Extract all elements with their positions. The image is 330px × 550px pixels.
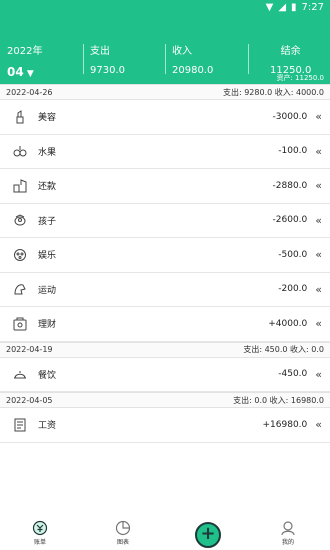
list-item[interactable]: 美容 -3000.0 « [0, 100, 330, 135]
wifi-icon: ▼ [265, 1, 274, 13]
income-label: 收入 [172, 46, 192, 57]
list-item[interactable]: 工资 +16980.0 « [0, 408, 330, 443]
repay-icon [12, 178, 28, 194]
amount: -2600.0 [272, 215, 308, 226]
clock: 7:27 [301, 1, 324, 13]
amount: -500.0 [278, 249, 308, 260]
list-item[interactable]: 娱乐 -500.0 « [0, 238, 330, 273]
amount: -2880.0 [272, 180, 308, 191]
month-label: 04 [7, 65, 24, 79]
chevron-left-icon[interactable]: « [315, 418, 322, 431]
tab-chart[interactable]: 图表 [103, 520, 143, 546]
signal-icon: ◢ [278, 1, 287, 13]
add-record-button[interactable]: + [195, 522, 221, 548]
category-name: 运动 [38, 285, 57, 296]
amount: -200.0 [278, 284, 308, 295]
balance-label: 结余 [280, 46, 301, 57]
expense-summary: 支出 9730.0 [90, 42, 125, 76]
tab-mine-label: 我的 [281, 539, 294, 546]
date-group: 2022-04-19 支出: 450.0 收入: 0.0 餐饮 -450.0 « [0, 341, 330, 392]
chevron-left-icon[interactable]: « [315, 145, 322, 158]
income-summary: 收入 20980.0 [172, 42, 213, 76]
chevron-down-icon: ▼ [26, 69, 34, 79]
amount: -100.0 [278, 146, 308, 157]
entertainment-icon [12, 247, 28, 263]
chevron-left-icon[interactable]: « [315, 214, 322, 227]
dining-icon [12, 366, 28, 382]
amount: +4000.0 [268, 318, 308, 329]
group-date: 2022-04-05 [6, 395, 53, 405]
list-item[interactable]: 餐饮 -450.0 « [0, 358, 330, 392]
list-item[interactable]: 孩子 -2600.0 « [0, 204, 330, 238]
group-header: 2022-04-26 支出: 9280.0 收入: 4000.0 [0, 84, 330, 100]
list-item[interactable]: 运动 -200.0 « [0, 273, 330, 307]
sport-icon [12, 281, 28, 297]
tab-chart-label: 图表 [116, 539, 129, 546]
amount: -450.0 [278, 369, 308, 380]
chevron-left-icon[interactable]: « [315, 317, 322, 330]
date-group: 2022-04-26 支出: 9280.0 收入: 4000.0 美容 -300… [0, 84, 330, 342]
child-icon [12, 212, 28, 228]
finance-icon [12, 316, 28, 332]
chevron-left-icon[interactable]: « [315, 368, 322, 381]
category-name: 水果 [38, 147, 57, 158]
year-label: 2022年 [7, 46, 43, 57]
divider [83, 44, 84, 74]
tab-bill[interactable]: 账单 [20, 520, 60, 546]
fruit-icon [12, 143, 28, 159]
bottom-tab-bar: 账单 图表 + 我的 [0, 520, 330, 550]
expense-label: 支出 [90, 46, 110, 57]
balance-summary: 结余 11250.0 [270, 42, 311, 76]
category-name: 孩子 [38, 216, 57, 227]
status-bar: ▼ ◢ ▮ 7:27 [0, 0, 330, 14]
category-name: 理财 [38, 320, 57, 331]
summary-header: 2022年 04 ▼ 支出 9730.0 收入 20980.0 结余 11250… [0, 14, 330, 84]
list-item[interactable]: 理财 +4000.0 « [0, 307, 330, 342]
category-name: 餐饮 [38, 370, 57, 381]
chevron-left-icon[interactable]: « [315, 110, 322, 123]
category-name: 还款 [38, 182, 57, 193]
list-item[interactable]: 水果 -100.0 « [0, 135, 330, 169]
group-summary: 支出: 450.0 收入: 0.0 [243, 345, 324, 354]
divider [165, 44, 166, 74]
lipstick-icon [12, 109, 28, 125]
divider [248, 44, 249, 74]
group-summary: 支出: 9280.0 收入: 4000.0 [222, 87, 324, 97]
assets-label: 资产: 11250.0 [276, 74, 324, 82]
amount: -3000.0 [272, 111, 308, 122]
group-summary: 支出: 0.0 收入: 16980.0 [233, 395, 324, 405]
salary-icon [12, 417, 28, 433]
list-item[interactable]: 还款 -2880.0 « [0, 169, 330, 204]
group-header: 2022-04-05 支出: 0.0 收入: 16980.0 [0, 392, 330, 408]
expense-value: 9730.0 [90, 65, 125, 76]
group-date: 2022-04-26 [6, 87, 53, 97]
chevron-left-icon[interactable]: « [315, 248, 322, 261]
battery-icon: ▮ [291, 1, 297, 13]
group-header: 2022-04-19 支出: 450.0 收入: 0.0 [0, 341, 330, 358]
tab-bill-label: 账单 [33, 539, 46, 546]
chevron-left-icon[interactable]: « [315, 283, 322, 296]
amount: +16980.0 [262, 419, 308, 430]
profile-icon [280, 520, 296, 536]
bill-icon [32, 520, 48, 536]
pie-chart-icon [115, 520, 131, 536]
tab-mine[interactable]: 我的 [268, 520, 308, 546]
category-name: 工资 [38, 421, 57, 432]
chevron-left-icon[interactable]: « [315, 179, 322, 192]
date-group: 2022-04-05 支出: 0.0 收入: 16980.0 工资 +16980… [0, 392, 330, 443]
group-date: 2022-04-19 [6, 345, 53, 354]
category-name: 娱乐 [38, 251, 57, 262]
income-value: 20980.0 [172, 65, 214, 76]
date-picker[interactable]: 2022年 04 ▼ [7, 42, 42, 79]
category-name: 美容 [38, 113, 57, 124]
